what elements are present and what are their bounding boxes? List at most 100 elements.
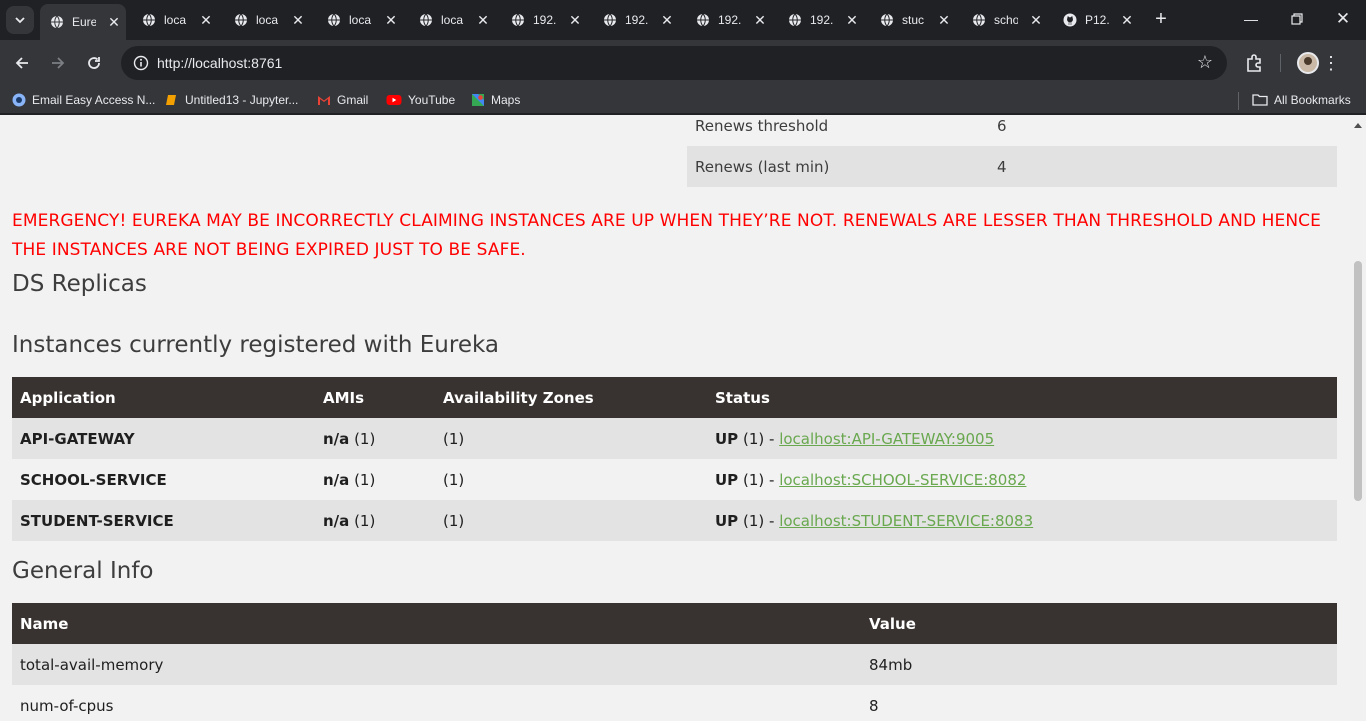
- globe-icon: [789, 13, 801, 27]
- emergency-warning: EMERGENCY! EUREKA MAY BE INCORRECTLY CLA…: [12, 211, 1321, 260]
- scroll-up-arrow-icon[interactable]: [1354, 123, 1362, 128]
- general-info-table: Name Value total-avail-memory 84mb num-o…: [12, 603, 1337, 721]
- application-cell: STUDENT-SERVICE: [12, 500, 315, 541]
- close-icon[interactable]: ✕: [1030, 12, 1042, 29]
- bookmarks-divider: [1238, 92, 1239, 110]
- close-icon[interactable]: ✕: [754, 12, 766, 29]
- close-icon[interactable]: ✕: [661, 12, 673, 29]
- zones-cell: (1): [435, 418, 707, 459]
- table-row: STUDENT-SERVICE n/a (1) (1) UP (1) - loc…: [12, 500, 1337, 541]
- maps-icon: [472, 94, 484, 106]
- bookmark-label: Maps: [491, 93, 521, 107]
- ami-count: (1): [354, 470, 376, 489]
- status-count: (1) -: [742, 470, 775, 489]
- tab-item[interactable]: loca ✕: [409, 6, 495, 34]
- lease-info-table: Renews threshold 6 Renews (last min) 4: [687, 115, 1337, 187]
- column-header: AMIs: [315, 377, 435, 418]
- status-count: (1) -: [742, 511, 775, 530]
- tab-title: stuc: [902, 13, 925, 27]
- tab-title: loca: [256, 13, 279, 27]
- bookmark-item[interactable]: Gmail: [317, 91, 368, 109]
- reload-button[interactable]: [81, 50, 107, 76]
- ami-value: n/a: [323, 511, 350, 530]
- tab-eureka[interactable]: Eure ✕: [40, 4, 126, 40]
- tab-item[interactable]: 192. ✕: [593, 6, 679, 34]
- tab-item[interactable]: scho ✕: [962, 6, 1048, 34]
- bookmark-label: Email Easy Access N...: [32, 93, 156, 107]
- instances-heading: Instances currently registered with Eure…: [12, 332, 499, 358]
- instance-link[interactable]: localhost:API-GATEWAY:9005: [779, 430, 994, 448]
- info-name-cell: num-of-cpus: [12, 685, 861, 721]
- bookmark-item[interactable]: YouTube: [386, 91, 455, 109]
- url-text[interactable]: http://localhost:8761: [157, 55, 282, 71]
- tab-item[interactable]: P12. ✕: [1053, 6, 1139, 34]
- window-close-button[interactable]: ✕: [1332, 8, 1354, 30]
- gmail-icon: [318, 96, 330, 105]
- status-value: UP: [715, 429, 739, 448]
- globe-icon: [235, 13, 247, 27]
- globe-icon: [697, 13, 709, 27]
- menu-kebab-icon[interactable]: ⋮: [1322, 52, 1340, 74]
- bookmark-item[interactable]: Maps: [471, 91, 520, 109]
- tab-item[interactable]: loca ✕: [132, 6, 218, 34]
- github-icon: [1063, 13, 1077, 27]
- table-row: Renews threshold 6: [687, 115, 1337, 146]
- profile-avatar[interactable]: [1297, 52, 1319, 74]
- table-row: num-of-cpus 8: [12, 685, 1337, 721]
- tab-item[interactable]: 192. ✕: [778, 6, 864, 34]
- bookmark-label: YouTube: [408, 93, 456, 107]
- address-bar[interactable]: http://localhost:8761 ☆: [121, 46, 1227, 80]
- minimize-button[interactable]: —: [1240, 8, 1262, 30]
- close-icon[interactable]: ✕: [938, 12, 950, 29]
- ami-cell: n/a (1): [315, 459, 435, 500]
- all-bookmarks-label: All Bookmarks: [1274, 93, 1351, 107]
- folder-icon: [1252, 94, 1268, 106]
- status-cell: UP (1) - localhost:SCHOOL-SERVICE:8082: [707, 459, 1337, 500]
- info-icon[interactable]: [133, 55, 149, 71]
- close-icon[interactable]: ✕: [1121, 12, 1133, 29]
- column-header: Status: [707, 377, 1337, 418]
- vertical-scrollbar[interactable]: [1350, 115, 1366, 721]
- instance-link[interactable]: localhost:SCHOOL-SERVICE:8082: [779, 471, 1026, 489]
- scrollbar-thumb[interactable]: [1354, 261, 1362, 501]
- table-row: total-avail-memory 84mb: [12, 644, 1337, 685]
- close-icon[interactable]: ✕: [846, 12, 858, 29]
- tab-title: 192.: [810, 13, 834, 27]
- column-header: Application: [12, 377, 315, 418]
- close-icon[interactable]: ✕: [108, 14, 120, 31]
- tab-item[interactable]: 192. ✕: [686, 6, 772, 34]
- instance-link[interactable]: localhost:STUDENT-SERVICE:8083: [779, 512, 1033, 530]
- stat-value: 6: [989, 115, 1337, 146]
- status-value: UP: [715, 511, 739, 530]
- stat-key: Renews threshold: [687, 115, 989, 146]
- new-tab-button[interactable]: +: [1150, 8, 1172, 30]
- tab-title: scho: [994, 13, 1018, 27]
- bookmark-item[interactable]: Untitled13 - Jupyter...: [165, 91, 298, 109]
- close-icon[interactable]: ✕: [292, 12, 304, 29]
- tab-item[interactable]: stuc ✕: [870, 6, 956, 34]
- column-header: Name: [12, 603, 861, 644]
- restore-button[interactable]: [1286, 8, 1308, 30]
- tab-title: 192.: [718, 13, 742, 27]
- info-name-cell: total-avail-memory: [12, 644, 861, 685]
- reload-icon: [88, 57, 100, 69]
- close-icon[interactable]: ✕: [477, 12, 489, 29]
- close-icon[interactable]: ✕: [385, 12, 397, 29]
- toolbar-divider: [1280, 54, 1281, 72]
- chevron-down-icon: [15, 17, 25, 24]
- bookmark-star-icon[interactable]: ☆: [1197, 52, 1213, 73]
- application-cell: SCHOOL-SERVICE: [12, 459, 315, 500]
- forward-button[interactable]: [45, 50, 71, 76]
- bookmark-label: Gmail: [337, 93, 369, 107]
- back-button[interactable]: [9, 50, 35, 76]
- table-header-row: Application AMIs Availability Zones Stat…: [12, 377, 1337, 418]
- close-icon[interactable]: ✕: [569, 12, 581, 29]
- all-bookmarks-button[interactable]: All Bookmarks: [1252, 91, 1351, 109]
- tab-item[interactable]: loca ✕: [224, 6, 310, 34]
- tab-item[interactable]: 192. ✕: [501, 6, 587, 34]
- close-icon[interactable]: ✕: [200, 12, 212, 29]
- tab-search-button[interactable]: [6, 6, 34, 34]
- tab-item[interactable]: loca ✕: [317, 6, 403, 34]
- bookmark-item[interactable]: Email Easy Access N...: [12, 91, 155, 109]
- extensions-icon[interactable]: [1244, 52, 1266, 74]
